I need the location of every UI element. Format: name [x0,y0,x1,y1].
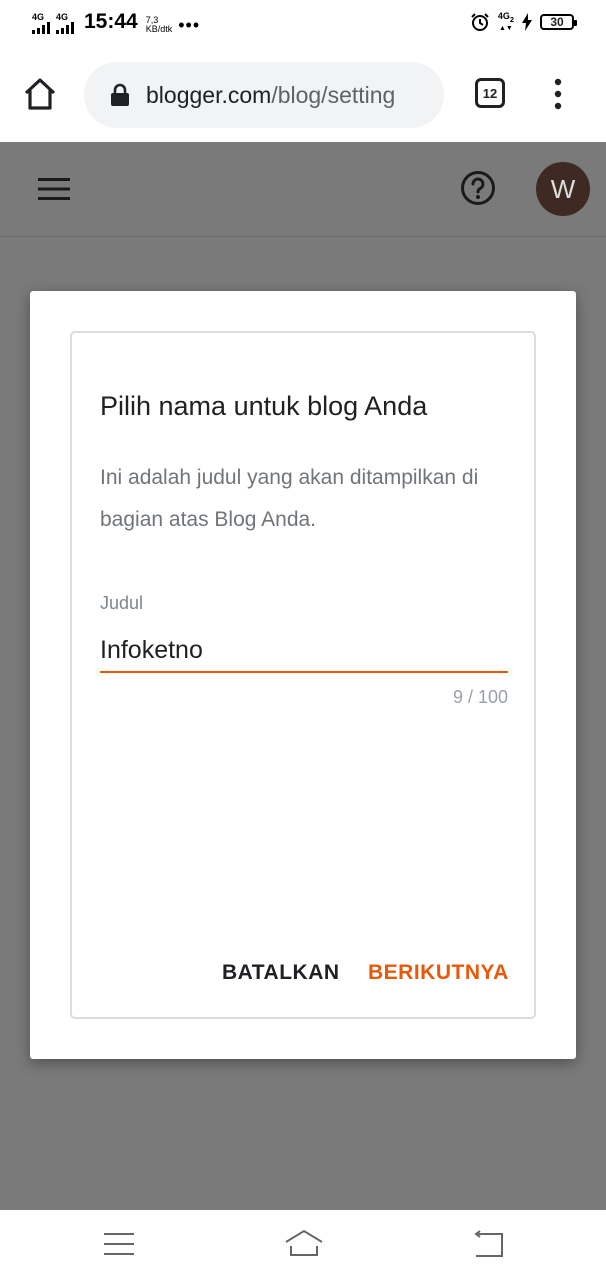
charging-icon [522,13,532,32]
app-header: W [0,142,606,237]
signal-2-label: 4G [56,12,69,22]
url-text: blogger.com/blog/setting [146,82,395,109]
speed-unit: KB/dtk [145,24,173,34]
nav-menu-icon[interactable] [104,1232,134,1256]
address-bar[interactable]: blogger.com/blog/setting [84,62,444,128]
network-speed: 7,3 KB/dtk [146,16,173,34]
blog-name-dialog: Pilih nama untuk blog Anda Ini adalah ju… [30,291,576,1059]
status-left: 4G 4G 15:44 7,3 KB/dtk ••• [32,10,200,34]
lte-label: 4G2 [497,11,514,24]
page: 4G 4G 15:44 7,3 KB/dtk ••• 4G2 ▲▼ 30 blo… [0,0,606,1280]
character-counter: 9 / 100 [452,687,508,707]
signal-2: 4G [56,13,74,34]
home-icon[interactable] [22,76,58,112]
nav-home-icon[interactable] [284,1228,324,1258]
status-bar: 4G 4G 15:44 7,3 KB/dtk ••• 4G2 ▲▼ 30 [0,0,606,46]
more-vert-icon[interactable] [548,76,568,112]
avatar[interactable]: W [536,162,590,216]
status-right: 4G2 ▲▼ 30 [470,11,577,33]
url-path: /blog/setting [271,81,396,108]
alarm-icon [471,13,489,32]
cancel-button[interactable]: BATALKAN [222,961,340,985]
signal-bars-icon [56,22,74,34]
dialog-card: Pilih nama untuk blog Anda Ini adalah ju… [70,331,536,1019]
menu-icon[interactable] [38,178,70,200]
signal-1: 4G [32,13,50,34]
dialog-description: Ini adalah judul yang akan ditampilkan d… [100,466,479,531]
next-button[interactable]: BERIKUTNYA [368,961,509,985]
lock-icon [111,83,129,106]
nav-back-icon[interactable] [472,1230,504,1258]
url-host: blogger.com [146,81,272,108]
battery-icon: 30 [540,14,577,31]
status-time: 15:44 [84,10,138,33]
dialog-title: Pilih nama untuk blog Anda [100,391,428,421]
lte-indicator: 4G2 ▲▼ [497,11,514,32]
signal-bars-icon [32,22,50,34]
signal-1-label: 4G [32,12,45,22]
system-nav-bar [0,1210,606,1280]
more-notifications-icon: ••• [178,15,201,35]
blog-title-input[interactable] [100,629,508,673]
browser-toolbar: blogger.com/blog/setting 12 [0,46,606,142]
title-field-label: Judul [100,593,144,613]
tabs-icon[interactable]: 12 [475,78,505,108]
help-icon[interactable] [460,170,496,206]
